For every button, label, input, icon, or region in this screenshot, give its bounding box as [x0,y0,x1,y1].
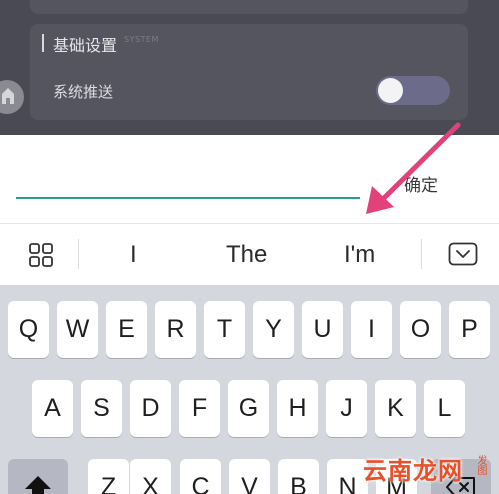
key-v[interactable]: V [229,459,270,494]
key-j[interactable]: J [326,380,367,437]
key-w[interactable]: W [57,301,98,358]
key-a[interactable]: A [32,380,73,437]
key-b[interactable]: B [278,459,319,494]
toggle-knob [378,78,403,103]
key-h[interactable]: H [277,380,318,437]
key-z[interactable]: Z [88,459,129,494]
section-title: 基础设置 [53,36,118,55]
suggestion-item[interactable]: I'm [344,241,375,269]
watermark-side-text: 发图 [475,455,486,475]
settings-card: 基础设置 SYSTEM 系统推送 [30,24,468,120]
keyboard-hide-icon[interactable] [448,242,478,268]
key-u[interactable]: U [302,301,343,358]
shift-key[interactable] [8,459,68,494]
key-q[interactable]: Q [8,301,49,358]
key-p[interactable]: P [449,301,490,358]
section-subtitle: SYSTEM [124,35,159,44]
key-k[interactable]: K [375,380,416,437]
shift-icon [25,476,51,494]
key-e[interactable]: E [106,301,147,358]
key-s[interactable]: S [81,380,122,437]
divider [421,239,422,269]
key-f[interactable]: F [179,380,220,437]
settings-background: 基础设置 SYSTEM 系统推送 [0,0,499,135]
watermark-text: 云南龙网 [363,457,463,485]
suggestion-bar: I The I'm [0,223,499,285]
key-t[interactable]: T [204,301,245,358]
apps-grid-icon[interactable] [29,243,53,267]
key-n[interactable]: N [327,459,368,494]
push-toggle[interactable] [376,76,450,105]
key-g[interactable]: G [228,380,269,437]
key-i[interactable]: I [351,301,392,358]
divider [78,239,79,269]
input-dialog: 确定 [0,135,499,223]
settings-card-top [30,0,468,14]
confirm-button[interactable]: 确定 [404,171,438,196]
key-y[interactable]: Y [253,301,294,358]
key-x[interactable]: X [130,459,171,494]
key-o[interactable]: O [400,301,441,358]
key-c[interactable]: C [180,459,221,494]
key-l[interactable]: L [424,380,465,437]
key-d[interactable]: D [130,380,171,437]
house-icon [2,88,14,104]
text-input-field[interactable] [16,165,360,199]
section-marker [42,34,44,52]
suggestion-item[interactable]: The [226,241,267,269]
key-r[interactable]: R [155,301,196,358]
avatar[interactable] [0,80,24,114]
suggestion-item[interactable]: I [130,241,137,269]
push-setting-label: 系统推送 [53,83,114,101]
